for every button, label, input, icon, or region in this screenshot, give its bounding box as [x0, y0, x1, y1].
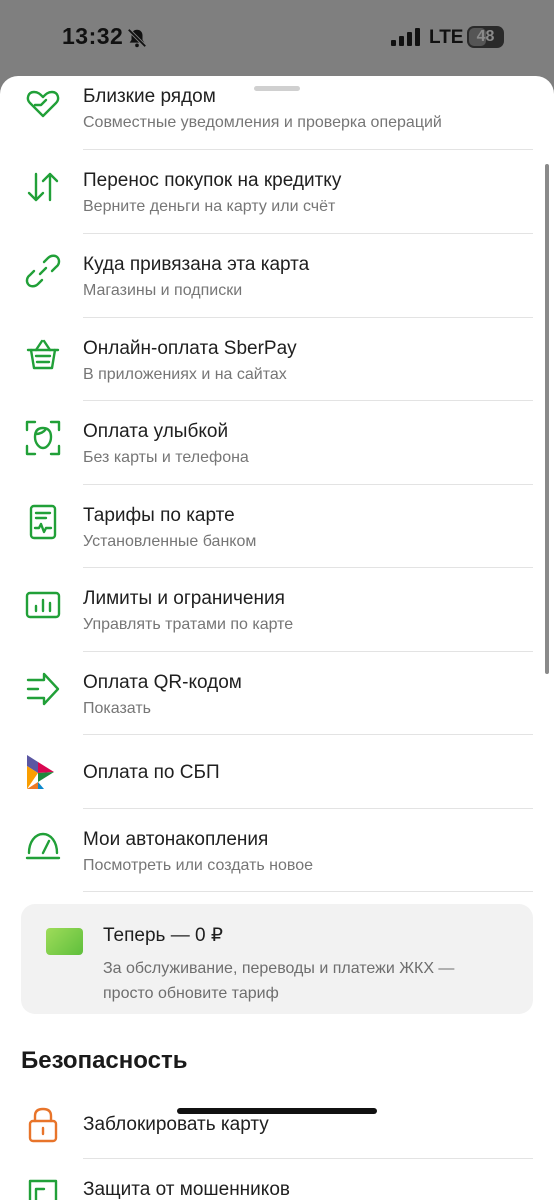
menu-item-auto-savings[interactable]: Мои автонакопления Посмотреть или создат… — [0, 809, 554, 892]
scrollbar[interactable] — [545, 164, 549, 674]
menu-item-sberpay[interactable]: Онлайн-оплата SberPay В приложениях и на… — [0, 318, 554, 401]
menu-item-sbp-payment[interactable]: Оплата по СБП — [0, 735, 554, 808]
lock-icon — [28, 1107, 58, 1143]
tariff-document-icon — [29, 504, 57, 540]
menu-item-close-people[interactable]: Близкие рядом Совместные уведомления и п… — [0, 76, 554, 150]
menu-item-title: Близкие рядом — [83, 86, 216, 107]
menu-item-fraud-protection[interactable]: Защита от мошенников — [0, 1159, 554, 1200]
menu-item-card-tariffs[interactable]: Тарифы по карте Установленные банком — [0, 485, 554, 568]
promo-title: Теперь — 0 ₽ — [103, 925, 223, 946]
menu-item-linked-card[interactable]: Куда привязана эта карта Магазины и подп… — [0, 234, 554, 318]
menu-item-title: Лимиты и ограничения — [83, 588, 285, 609]
security-section-title: Безопасность — [21, 1047, 188, 1074]
transfer-arrows-icon — [27, 172, 59, 202]
battery-level: 48 — [476, 28, 495, 45]
menu-item-subtitle: Без карты и телефона — [83, 449, 249, 466]
face-scan-icon — [25, 420, 61, 456]
menu-item-qr-payment[interactable]: Оплата QR-кодом Показать — [0, 652, 554, 735]
menu-item-subtitle: Посмотреть или создать новое — [83, 857, 314, 874]
menu-item-transfer-purchases[interactable]: Перенос покупок на кредитку Верните день… — [0, 150, 554, 234]
battery-indicator: 48 — [467, 26, 504, 48]
limits-chart-icon — [25, 591, 61, 619]
menu-item-subtitle: Показать — [83, 700, 152, 717]
menu-item-title: Защита от мошенников — [83, 1179, 290, 1200]
menu-item-title: Оплата улыбкой — [83, 421, 229, 442]
promo-subtitle: За обслуживание, переводы и платежи ЖКХ … — [103, 960, 455, 1002]
silent-bell-icon — [127, 28, 147, 48]
menu-item-title: Оплата по СБП — [83, 762, 220, 783]
auto-savings-icon — [25, 832, 61, 860]
menu-item-title: Мои автонакопления — [83, 829, 269, 850]
status-time: 13:32 — [62, 23, 124, 49]
shield-icon — [28, 1179, 58, 1200]
status-bar: 13:32 LTE 48 — [0, 0, 554, 76]
menu-item-subtitle: Верните деньги на карту или счёт — [83, 198, 336, 215]
cellular-signal-icon — [391, 28, 420, 46]
menu-item-subtitle: Совместные уведомления и проверка операц… — [83, 114, 442, 131]
menu-item-subtitle: Установленные банком — [83, 533, 257, 550]
bottom-sheet: Близкие рядом Совместные уведомления и п… — [0, 76, 554, 1200]
bank-card-icon — [46, 928, 83, 955]
menu-item-title: Онлайн-оплата SberPay — [83, 338, 297, 359]
link-icon — [25, 254, 61, 288]
menu-item-subtitle: В приложениях и на сайтах — [83, 366, 287, 383]
menu-item-title: Перенос покупок на кредитку — [83, 170, 342, 191]
heart-hands-icon — [26, 90, 60, 118]
tariff-promo-banner[interactable]: Теперь — 0 ₽ За обслуживание, переводы и… — [21, 904, 533, 1014]
menu-item-limits[interactable]: Лимиты и ограничения Управлять тратами п… — [0, 568, 554, 652]
menu-item-title: Заблокировать карту — [83, 1114, 269, 1135]
sbp-logo-icon — [27, 755, 54, 789]
qr-arrow-icon — [26, 672, 60, 706]
basket-icon — [26, 339, 60, 370]
menu-item-subtitle: Управлять тратами по карте — [83, 616, 294, 633]
menu-item-title: Оплата QR-кодом — [83, 672, 242, 693]
menu-item-smile-payment[interactable]: Оплата улыбкой Без карты и телефона — [0, 401, 554, 485]
menu-item-title: Тарифы по карте — [83, 505, 235, 526]
home-indicator[interactable] — [177, 1108, 377, 1114]
menu-item-subtitle: Магазины и подписки — [83, 282, 243, 299]
divider — [83, 891, 533, 892]
menu-item-block-card[interactable]: Заблокировать карту — [0, 1094, 554, 1159]
menu-item-title: Куда привязана эта карта — [83, 254, 310, 275]
network-type: LTE — [429, 27, 464, 48]
